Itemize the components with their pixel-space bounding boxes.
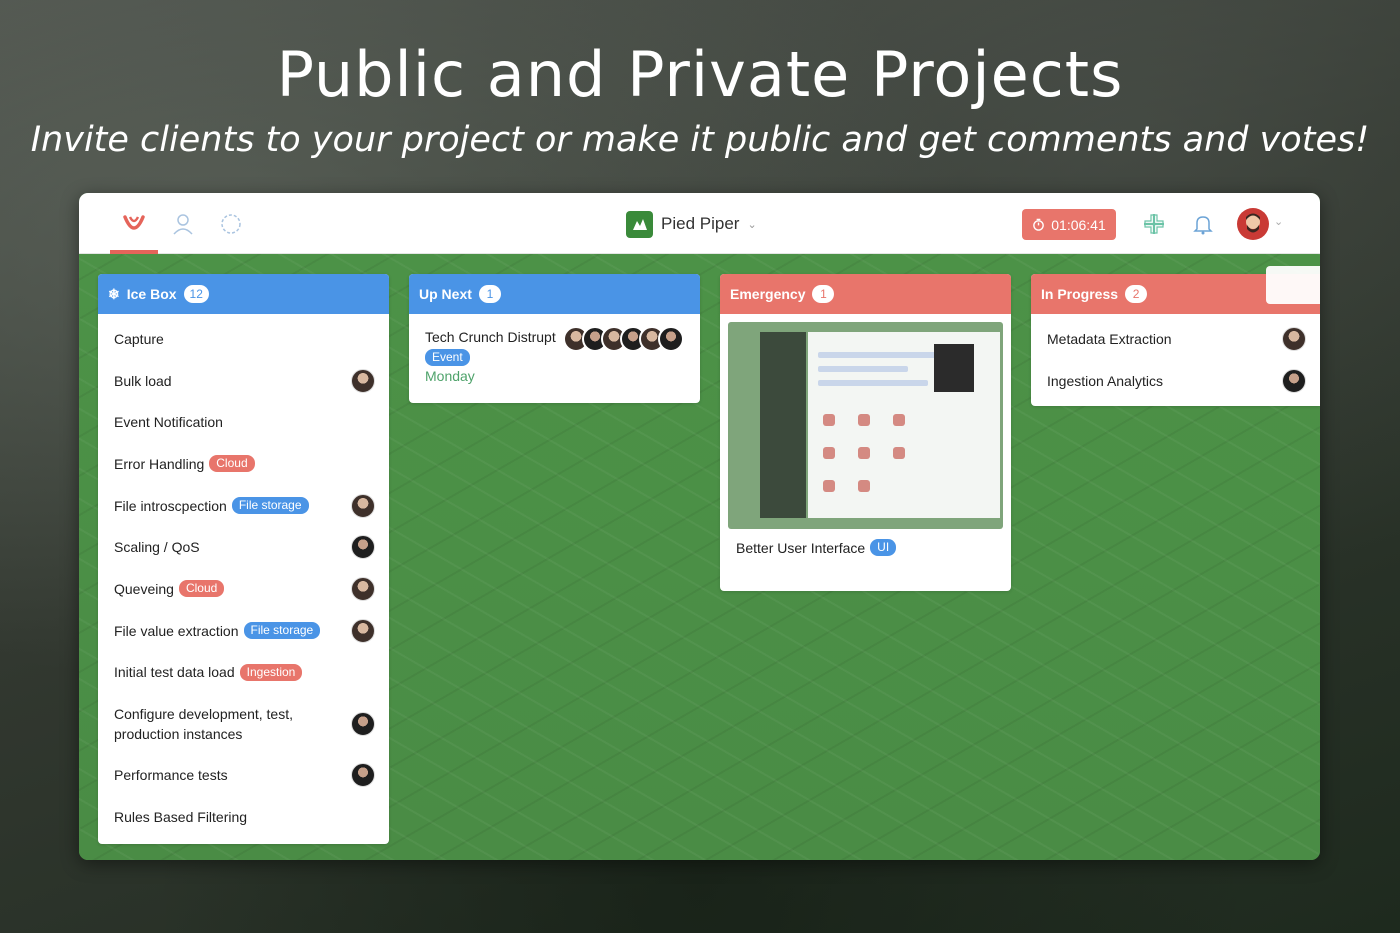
card-title: Scaling / QoS <box>114 539 200 556</box>
assignee-avatar <box>351 711 375 736</box>
activity-icon[interactable] <box>216 209 246 239</box>
tag-cloud: Cloud <box>178 580 225 598</box>
card-title: Initial test data load <box>114 664 235 681</box>
tag-ingestion: Ingestion <box>239 663 303 681</box>
card-ingestion-analytics[interactable]: Ingestion Analytics <box>1031 360 1320 402</box>
card-configure-instances[interactable]: Configure development, test, production … <box>98 693 389 754</box>
assignee-avatar <box>658 326 684 352</box>
project-name: Pied Piper <box>661 214 740 233</box>
card-title: Bulk load <box>114 372 172 389</box>
timer-button[interactable]: 01:06:41 <box>1022 209 1116 240</box>
card-title: Rules Based Filtering <box>114 808 248 825</box>
assignee-avatar <box>351 535 375 560</box>
card-title: Error Handling <box>114 455 205 472</box>
app-window: Pied Piper ⌄ 01:06:41 ⌄ ❄ Ice Box 12 Cap… <box>79 193 1320 860</box>
card-scaling-qos[interactable]: Scaling / QoS <box>98 526 389 568</box>
card-file-value-extraction[interactable]: File value extraction File storage <box>98 610 389 652</box>
card-title: Event Notification <box>114 414 223 431</box>
card-error-handling[interactable]: Error Handling Cloud <box>98 443 389 485</box>
project-selector[interactable]: Pied Piper ⌄ <box>626 210 757 238</box>
tag-cloud: Cloud <box>209 455 255 473</box>
column-header[interactable]: ❄ Ice Box 12 <box>98 274 389 314</box>
card-initial-test-data-load[interactable]: Initial test data load Ingestion <box>98 652 389 694</box>
tag-ui: UI <box>870 539 897 556</box>
card-performance-tests[interactable]: Performance tests <box>98 754 389 796</box>
column-title: In Progress <box>1041 286 1119 302</box>
card-title: Capture <box>114 330 164 347</box>
bell-icon[interactable] <box>1188 209 1218 239</box>
card-file-introspection[interactable]: File introscpection File storage <box>98 485 389 527</box>
assignee-avatar <box>351 368 375 393</box>
column-up-next: Up Next 1 Tech Crunch Distrupt Event Mon… <box>409 274 700 403</box>
card-tech-crunch[interactable]: Tech Crunch Distrupt Event Monday <box>409 314 700 403</box>
card-better-user-interface[interactable]: Better User Interface UI <box>720 322 1011 556</box>
card-rules-based-filtering[interactable]: Rules Based Filtering <box>98 796 389 838</box>
card-title: Queveing <box>114 580 174 597</box>
column-title: Up Next <box>419 286 472 302</box>
column-count: 12 <box>183 285 209 303</box>
scroll-peek-panel[interactable] <box>1266 266 1320 304</box>
tag-file-storage: File storage <box>243 622 321 640</box>
chevron-down-icon[interactable]: ⌄ <box>1274 215 1283 228</box>
column-title: Emergency <box>730 286 806 302</box>
column-count: 1 <box>812 285 835 303</box>
column-emergency: Emergency 1 Better User Interface UI <box>720 274 1011 591</box>
project-logo-icon <box>626 210 653 238</box>
user-avatar[interactable] <box>1237 208 1269 240</box>
assignee-avatar <box>351 618 375 643</box>
card-event-notification[interactable]: Event Notification <box>98 401 389 443</box>
card-due-date: Monday <box>425 368 475 384</box>
add-icon[interactable] <box>1139 209 1169 239</box>
card-title: Metadata Extraction <box>1047 330 1172 347</box>
user-icon[interactable] <box>168 209 198 239</box>
card-capture[interactable]: Capture <box>98 318 389 360</box>
assignee-avatar <box>351 763 375 788</box>
column-header[interactable]: Emergency 1 <box>720 274 1011 314</box>
logo-icon[interactable] <box>119 209 149 239</box>
snowflake-icon: ❄ <box>108 285 120 302</box>
card-title: File introscpection <box>114 497 227 514</box>
card-title: Configure development, test, production … <box>114 705 293 742</box>
assignee-avatar <box>351 493 375 518</box>
stopwatch-icon <box>1033 218 1045 231</box>
column-title: Ice Box <box>126 286 177 302</box>
assignee-avatar <box>351 576 375 601</box>
assignee-avatar <box>1282 368 1306 393</box>
chevron-down-icon: ⌄ <box>747 218 757 231</box>
nav-active-indicator <box>110 250 158 254</box>
card-metadata-extraction[interactable]: Metadata Extraction <box>1031 318 1320 360</box>
tag-event: Event <box>425 349 470 366</box>
card-queveing[interactable]: Queveing Cloud <box>98 568 389 610</box>
tag-file-storage: File storage <box>231 497 309 515</box>
card-title: Ingestion Analytics <box>1047 372 1163 389</box>
card-title: Better User Interface <box>736 539 866 556</box>
column-header[interactable]: Up Next 1 <box>409 274 700 314</box>
assignee-avatars <box>563 326 684 352</box>
column-count: 2 <box>1125 285 1148 303</box>
card-title: Performance tests <box>114 767 228 784</box>
column-count: 1 <box>478 285 501 303</box>
card-bulk-load[interactable]: Bulk load <box>98 360 389 402</box>
top-bar: Pied Piper ⌄ 01:06:41 ⌄ <box>79 193 1320 254</box>
timer-value: 01:06:41 <box>1051 216 1106 233</box>
assignee-avatar <box>1282 326 1306 351</box>
card-title: File value extraction <box>114 622 239 639</box>
banner-subtitle: Invite clients to your project or make i… <box>30 120 1370 160</box>
banner-title: Public and Private Projects <box>276 38 1124 111</box>
column-ice-box: ❄ Ice Box 12 Capture Bulk load Event Not… <box>98 274 389 844</box>
card-preview-image <box>728 322 1003 529</box>
